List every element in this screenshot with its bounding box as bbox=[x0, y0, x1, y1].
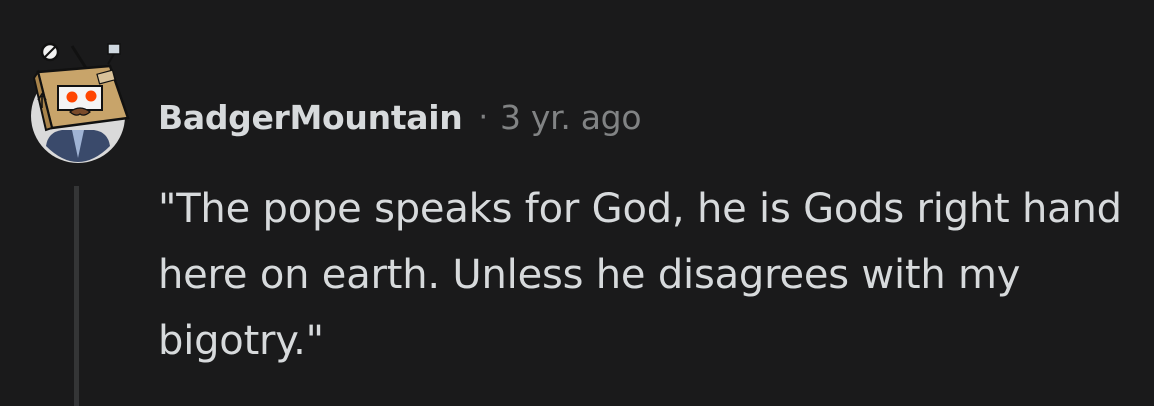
comment: BadgerMountain · 3 yr. ago "The pope spe… bbox=[0, 0, 1154, 406]
user-avatar[interactable] bbox=[28, 38, 130, 164]
comment-timestamp[interactable]: 3 yr. ago bbox=[500, 98, 642, 137]
snoo-avatar-cardboard-box-icon bbox=[31, 42, 130, 163]
meta-separator: · bbox=[478, 99, 489, 135]
username-link[interactable]: BadgerMountain bbox=[158, 98, 463, 137]
comment-body: "The pope speaks for God, he is Gods rig… bbox=[158, 186, 1122, 364]
thread-collapse-line[interactable] bbox=[74, 186, 79, 406]
comment-header: BadgerMountain · 3 yr. ago bbox=[158, 92, 642, 142]
